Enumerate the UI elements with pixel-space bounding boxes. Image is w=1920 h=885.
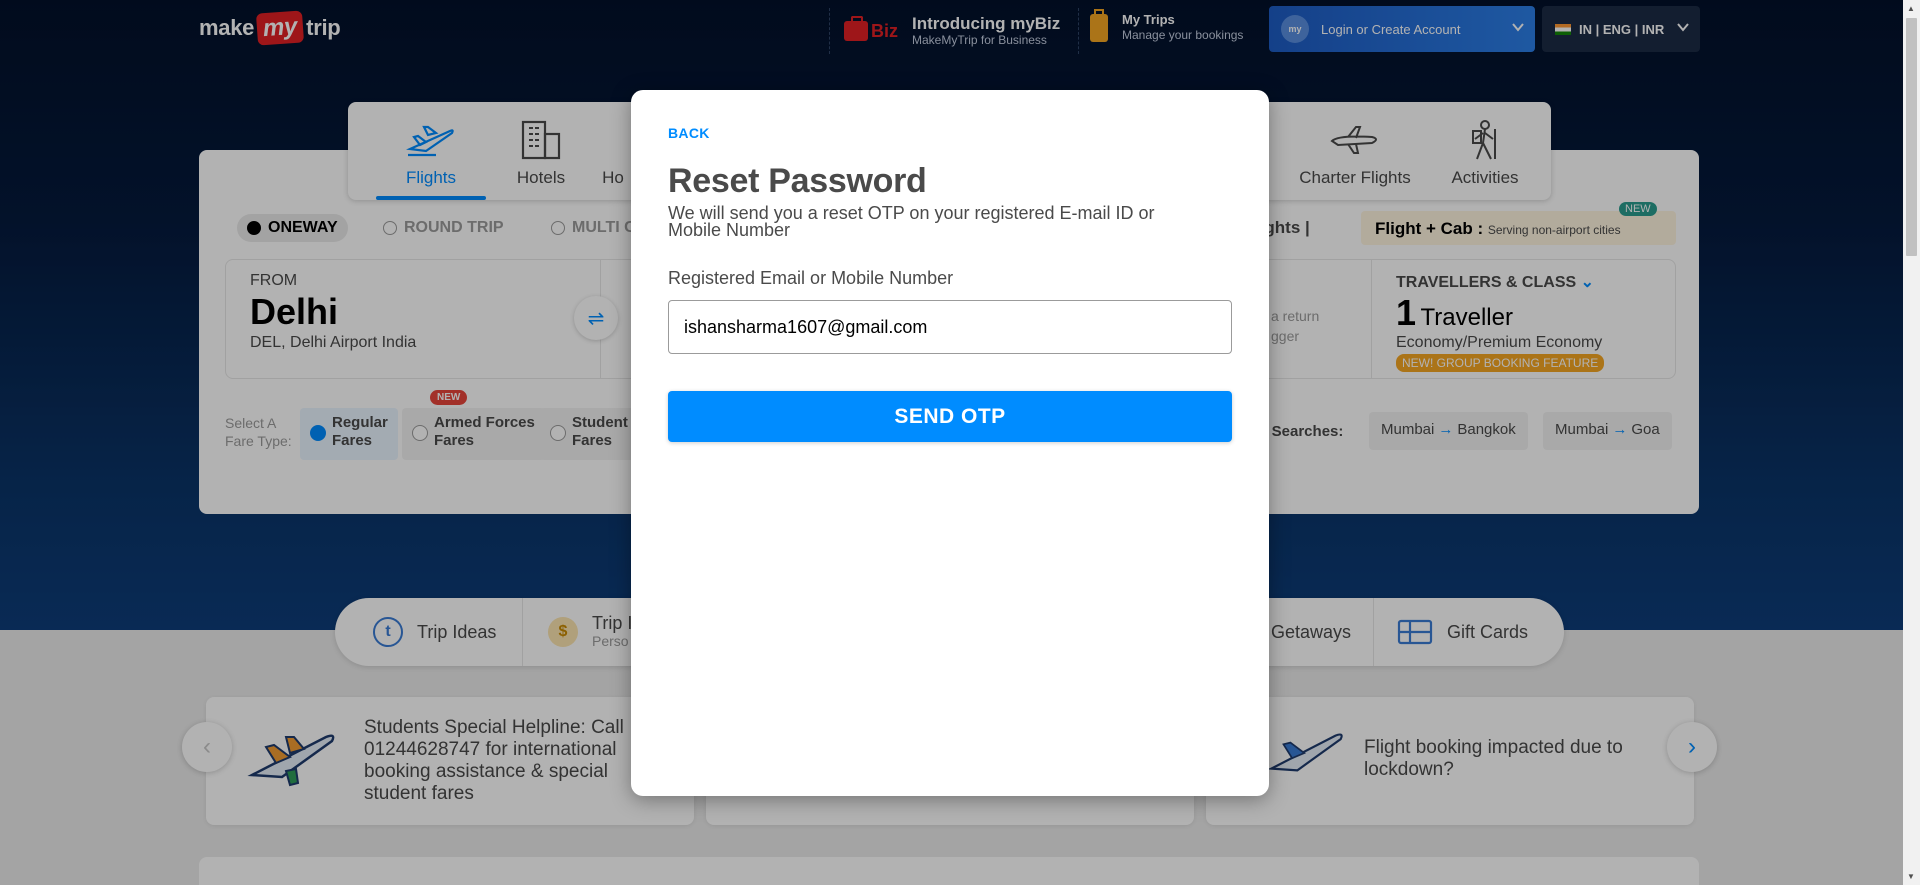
email-field[interactable] (668, 300, 1232, 354)
email-field-label: Registered Email or Mobile Number (668, 268, 954, 288)
modal-title: Reset Password (668, 162, 927, 200)
send-otp-button[interactable]: SEND OTP (668, 391, 1232, 442)
scrollbar-thumb[interactable] (1906, 18, 1917, 256)
page-scrollbar[interactable]: ▲ ▼ (1903, 0, 1920, 885)
scroll-down-icon[interactable]: ▼ (1907, 872, 1915, 881)
reset-password-modal: BACK Reset Password We will send you a r… (631, 90, 1269, 796)
scroll-up-icon[interactable]: ▲ (1907, 4, 1915, 13)
modal-subtitle: We will send you a reset OTP on your reg… (668, 203, 1155, 240)
back-link[interactable]: BACK (668, 125, 710, 141)
